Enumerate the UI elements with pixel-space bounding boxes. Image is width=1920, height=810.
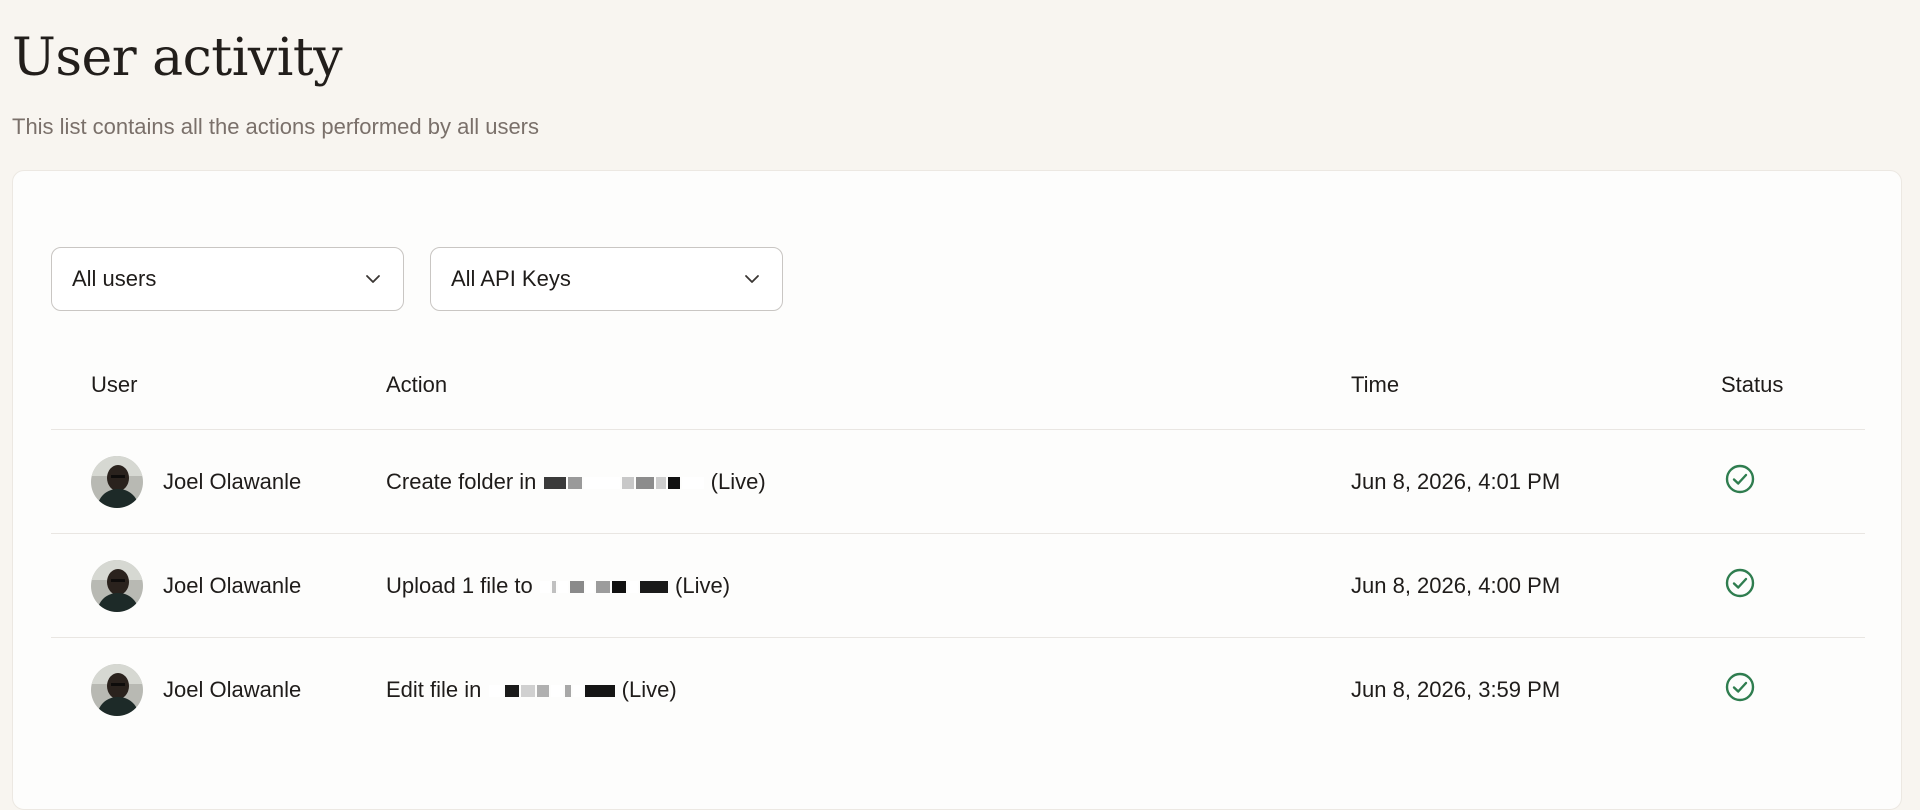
action-environment: (Live)	[621, 676, 677, 702]
api-keys-filter-value: All API Keys	[451, 266, 571, 291]
check-circle-icon	[1725, 672, 1755, 701]
user-name: Joel Olawanle	[163, 676, 302, 702]
status-cell	[1721, 568, 1865, 600]
action-cell: Upload 1 file to (Live)	[386, 573, 1351, 599]
users-filter-value: All users	[72, 266, 157, 291]
column-header-action: Action	[386, 372, 448, 397]
filters-bar: All users All API Keys	[51, 247, 783, 311]
user-cell: Joel Olawanle	[51, 663, 386, 716]
action-cell: Edit file in (Live)	[386, 677, 1351, 703]
action-text: Edit file in	[386, 676, 482, 702]
table-row[interactable]: Joel Olawanle Edit file in (Live) Jun 8,…	[51, 638, 1865, 741]
action-cell: Create folder in (Live)	[386, 469, 1351, 495]
redacted-text	[543, 469, 711, 494]
avatar	[91, 663, 143, 716]
table-row[interactable]: Joel Olawanle Create folder in (Live) Ju…	[51, 430, 1865, 534]
user-cell: Joel Olawanle	[51, 559, 386, 612]
action-environment: (Live)	[675, 572, 731, 598]
status-cell	[1721, 464, 1865, 496]
action-text: Create folder in	[386, 468, 537, 494]
table-row[interactable]: Joel Olawanle Upload 1 file to (Live) Ju…	[51, 534, 1865, 638]
time-cell: Jun 8, 2026, 3:59 PM	[1351, 676, 1561, 702]
page-title: User activity	[12, 28, 343, 88]
user-name: Joel Olawanle	[163, 468, 302, 494]
user-cell: Joel Olawanle	[51, 455, 386, 508]
column-header-time: Time	[1351, 372, 1400, 397]
check-circle-icon	[1725, 464, 1755, 493]
table-header: User Action Time Status	[51, 341, 1865, 430]
activity-table: User Action Time Status Joel Olawanle Cr…	[51, 341, 1865, 741]
api-keys-filter-select[interactable]: All API Keys	[430, 247, 783, 311]
avatar	[91, 455, 143, 508]
user-name: Joel Olawanle	[163, 572, 302, 598]
check-circle-icon	[1725, 568, 1755, 597]
page-subtitle: This list contains all the actions perfo…	[12, 114, 540, 139]
redacted-text	[488, 677, 622, 702]
status-cell	[1721, 672, 1865, 704]
activity-card: All users All API Keys User Action Time …	[12, 170, 1902, 810]
chevron-down-icon	[363, 269, 383, 289]
column-header-user: User	[91, 372, 138, 397]
redacted-text	[539, 573, 675, 598]
avatar	[91, 559, 143, 612]
action-text: Upload 1 file to	[386, 572, 533, 598]
time-cell: Jun 8, 2026, 4:01 PM	[1351, 468, 1561, 494]
action-environment: (Live)	[710, 468, 766, 494]
users-filter-select[interactable]: All users	[51, 247, 404, 311]
time-cell: Jun 8, 2026, 4:00 PM	[1351, 572, 1561, 598]
column-header-status: Status	[1721, 372, 1784, 397]
chevron-down-icon	[742, 269, 762, 289]
